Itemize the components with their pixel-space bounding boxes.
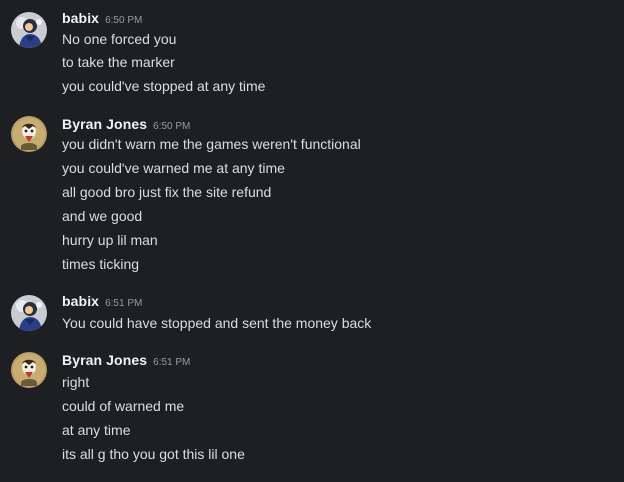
author-name[interactable]: Byran Jones [62, 116, 147, 132]
message-line: hurry up lil man [62, 232, 158, 248]
user-avatar-babix-icon[interactable] [11, 12, 47, 48]
user-avatar-byran-icon[interactable] [11, 352, 47, 388]
author-name[interactable]: Byran Jones [62, 352, 147, 368]
author-name[interactable]: babix [62, 10, 99, 26]
message-header: babix 6:51 PM [62, 293, 142, 313]
author-name[interactable]: babix [62, 293, 99, 309]
user-avatar-babix-icon[interactable] [11, 295, 47, 331]
message-timestamp: 6:50 PM [105, 15, 143, 26]
message-line: you could've stopped at any time [62, 78, 266, 94]
message-line: you didn't warn me the games weren't fun… [62, 136, 361, 152]
message-timestamp: 6:51 PM [153, 357, 191, 368]
message-line: right [62, 374, 90, 390]
message-line: No one forced you [62, 31, 177, 47]
message-timestamp: 6:50 PM [153, 121, 191, 132]
message-line: You could have stopped and sent the mone… [62, 315, 372, 331]
message-line: at any time [62, 422, 131, 438]
message-line: you could've warned me at any time [62, 160, 285, 176]
message-header: babix 6:50 PM [62, 10, 142, 30]
message-header: Byran Jones 6:50 PM [62, 116, 190, 136]
message-header: Byran Jones 6:51 PM [62, 352, 190, 372]
message-line: times ticking [62, 256, 140, 272]
message-timestamp: 6:51 PM [105, 298, 143, 309]
message-line: and we good [62, 208, 143, 224]
message-line: to take the marker [62, 54, 175, 70]
message-line: could of warned me [62, 398, 185, 414]
user-avatar-byran-icon[interactable] [11, 116, 47, 152]
message-line: all good bro just fix the site refund [62, 184, 272, 200]
message-line: its all g tho you got this lil one [62, 446, 245, 462]
chat-messages: babix 6:50 PM No one forced you to take t… [0, 0, 624, 482]
